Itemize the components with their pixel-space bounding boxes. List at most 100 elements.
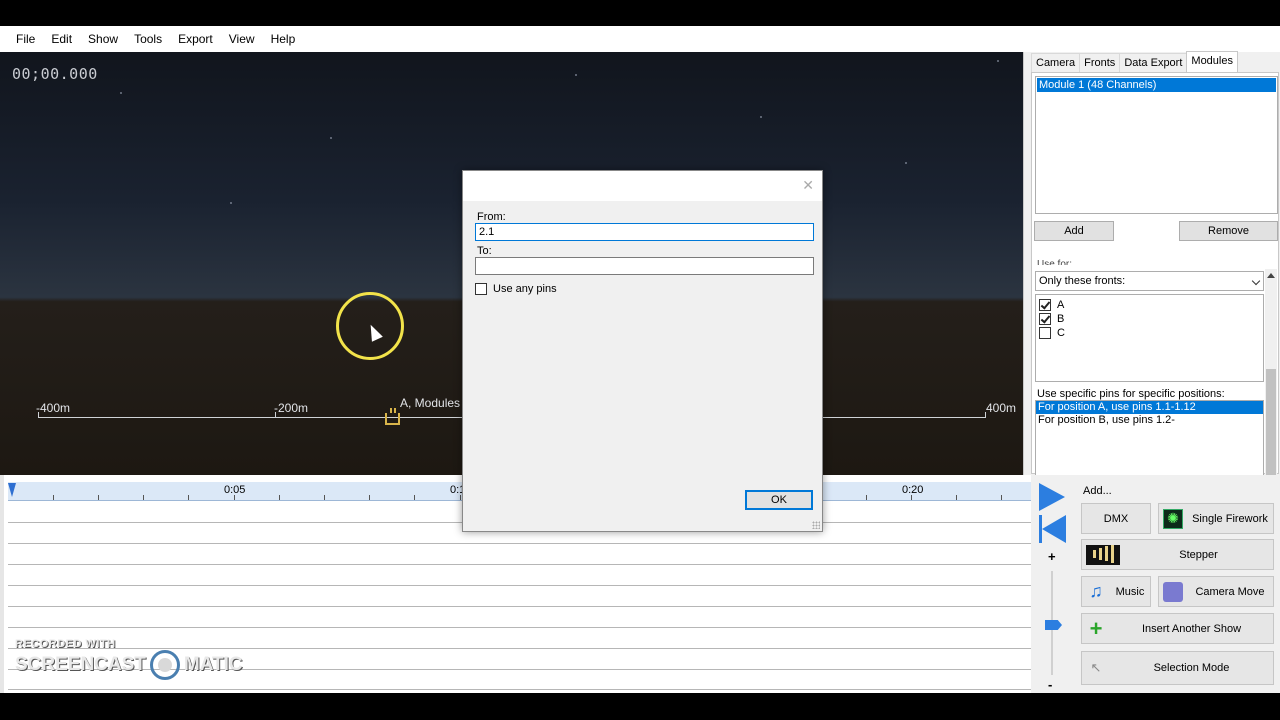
- add-single-firework-button[interactable]: Single Firework: [1158, 503, 1274, 534]
- zoom-slider-thumb[interactable]: [1045, 620, 1062, 630]
- use-any-pins-label: Use any pins: [493, 283, 557, 295]
- watermark-text-screencast: SCREENCAST: [15, 654, 146, 675]
- from-label: From:: [477, 211, 506, 223]
- fronts-filter-value: Only these fronts:: [1039, 275, 1126, 287]
- properties-panel: Camera Fronts Data Export Modules Module…: [1023, 51, 1280, 491]
- front-c-checkbox[interactable]: [1039, 327, 1051, 339]
- ruler-label-400: 400m: [986, 401, 1017, 415]
- zoom-out-icon[interactable]: -: [1048, 677, 1052, 692]
- star: [330, 137, 332, 139]
- timeline-track-divider: [8, 627, 1034, 628]
- use-any-pins-option[interactable]: Use any pins: [475, 283, 557, 295]
- add-single-firework-label: Single Firework: [1192, 512, 1268, 525]
- add-panel: + - Add... DMX Single Firework Stepper ♫…: [1031, 475, 1280, 693]
- remove-module-button[interactable]: Remove: [1179, 221, 1278, 241]
- use-for-label: Use for:: [1037, 259, 1073, 265]
- star: [905, 162, 907, 164]
- ok-button[interactable]: OK: [745, 490, 813, 510]
- window-bottom-bar: [0, 693, 1280, 720]
- music-note-icon: ♫: [1089, 581, 1103, 601]
- star: [997, 60, 999, 62]
- menu-edit[interactable]: Edit: [43, 32, 80, 46]
- to-label: To:: [477, 245, 492, 257]
- menu-file[interactable]: File: [8, 32, 43, 46]
- rewind-icon[interactable]: [1039, 515, 1066, 543]
- from-field[interactable]: [475, 223, 814, 241]
- close-icon[interactable]: ✕: [802, 177, 814, 194]
- menu-tools[interactable]: Tools: [126, 32, 170, 46]
- timeline-tick: [414, 495, 415, 500]
- star: [575, 74, 577, 76]
- timeline-tick: [188, 495, 189, 500]
- watermark-recorded-with: RECORDED WITH: [15, 638, 116, 650]
- watermark-circle-icon: [149, 650, 180, 680]
- scroll-up-icon[interactable]: [1267, 273, 1275, 278]
- fronts-checklist: A B C: [1035, 294, 1264, 382]
- tab-data-export[interactable]: Data Export: [1119, 53, 1188, 73]
- tab-camera[interactable]: Camera: [1031, 53, 1081, 73]
- to-field[interactable]: [475, 257, 814, 275]
- insert-another-show-button[interactable]: + Insert Another Show: [1081, 613, 1274, 644]
- module-position-label: A, Modules: [400, 396, 461, 410]
- timeline-tick: [279, 495, 280, 500]
- scrollbar-thumb[interactable]: [1266, 369, 1276, 479]
- star: [760, 116, 762, 118]
- add-dmx-label: DMX: [1103, 512, 1129, 525]
- plus-icon: +: [1089, 615, 1103, 641]
- menu-export[interactable]: Export: [170, 32, 221, 46]
- timeline-track-divider: [8, 543, 1034, 544]
- menu-help[interactable]: Help: [263, 32, 304, 46]
- insert-another-show-label: Insert Another Show: [1141, 622, 1242, 635]
- front-b-checkbox[interactable]: [1039, 313, 1051, 325]
- timeline-track-divider: [8, 689, 1034, 690]
- panel-scrollbar[interactable]: [1265, 269, 1277, 491]
- dialog-title-bar[interactable]: ✕: [463, 171, 822, 201]
- add-module-button[interactable]: Add: [1034, 221, 1114, 241]
- add-camera-move-button[interactable]: Camera Move: [1158, 576, 1274, 607]
- menu-show[interactable]: Show: [80, 32, 126, 46]
- front-item-a[interactable]: A: [1036, 298, 1263, 312]
- playhead-marker[interactable]: [8, 483, 16, 497]
- resize-grip-icon[interactable]: [812, 521, 820, 529]
- front-c-label: C: [1057, 327, 1065, 339]
- chevron-down-icon: [1251, 276, 1261, 286]
- timecode-display: 00;00.000: [12, 65, 98, 83]
- selection-mode-button[interactable]: ↖ Selection Mode: [1081, 651, 1274, 685]
- modules-tab-body: Module 1 (48 Channels) Add Remove Use fo…: [1031, 72, 1279, 491]
- zoom-in-icon[interactable]: +: [1048, 549, 1056, 564]
- tab-modules[interactable]: Modules: [1186, 51, 1238, 72]
- add-stepper-button[interactable]: Stepper: [1081, 539, 1274, 570]
- add-dmx-button[interactable]: DMX: [1081, 503, 1151, 534]
- pin-range-dialog: ✕ From: To: Use any pins OK: [462, 170, 823, 532]
- timeline-tick: [143, 495, 144, 500]
- front-a-checkbox[interactable]: [1039, 299, 1051, 311]
- pin-assignment-row[interactable]: For position B, use pins 1.2-: [1036, 414, 1263, 427]
- module-list-item[interactable]: Module 1 (48 Channels): [1037, 78, 1276, 92]
- star: [230, 202, 232, 204]
- stepper-icon: [1086, 544, 1120, 565]
- selection-mode-label: Selection Mode: [1153, 662, 1230, 674]
- timeline-tick: [1001, 495, 1002, 500]
- front-b-label: B: [1057, 313, 1065, 325]
- module-list[interactable]: Module 1 (48 Channels): [1035, 76, 1278, 214]
- timeline-tick: [956, 495, 957, 500]
- module-position-icon[interactable]: [385, 408, 400, 425]
- timeline-track-divider: [8, 585, 1034, 586]
- play-icon[interactable]: [1039, 483, 1065, 511]
- specific-pins-label: Use specific pins for specific positions…: [1037, 388, 1225, 400]
- timeline-tick: [866, 495, 867, 500]
- timeline-label-0-05: 0:05: [224, 484, 246, 496]
- timeline-tick: [324, 495, 325, 500]
- use-any-pins-checkbox[interactable]: [475, 283, 487, 295]
- properties-tabs: Camera Fronts Data Export Modules: [1031, 51, 1238, 73]
- add-music-button[interactable]: ♫ Music: [1081, 576, 1151, 607]
- screencast-watermark: RECORDED WITH SCREENCAST MATIC: [15, 638, 243, 680]
- fronts-filter-dropdown[interactable]: Only these fronts:: [1035, 271, 1264, 291]
- front-item-c[interactable]: C: [1036, 326, 1263, 340]
- star: [120, 92, 122, 94]
- tab-fronts[interactable]: Fronts: [1079, 53, 1121, 73]
- menu-view[interactable]: View: [221, 32, 263, 46]
- timeline-track-divider: [8, 606, 1034, 607]
- front-item-b[interactable]: B: [1036, 312, 1263, 326]
- pin-assignment-row[interactable]: For position A, use pins 1.1-1.12: [1036, 401, 1263, 414]
